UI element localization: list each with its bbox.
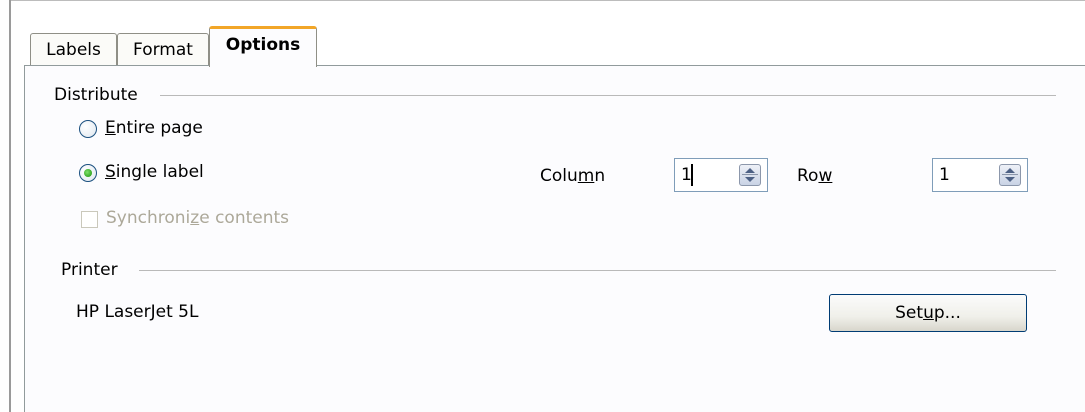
distribute-heading: Distribute <box>54 85 138 105</box>
synchronize-mnemonic: z <box>190 208 200 228</box>
synchronize-label-pre: Synchroni <box>106 208 191 228</box>
spin-up-arrow-icon[interactable] <box>1005 168 1015 173</box>
column-label-pre: Colu <box>540 166 578 186</box>
setup-button-post: p... <box>933 303 961 323</box>
printer-separator <box>139 270 1056 271</box>
row-label: Row <box>797 166 832 186</box>
tab-options[interactable]: Options <box>209 26 317 67</box>
entire-page-radio[interactable] <box>79 120 97 138</box>
column-mnemonic: m <box>577 166 595 186</box>
single-label-radio[interactable] <box>79 164 97 182</box>
dialog-top-border <box>9 0 1085 1</box>
column-label: Column <box>540 166 605 186</box>
tab-format-text: Format <box>133 39 193 60</box>
entire-page-label-rest: ntire page <box>115 118 203 138</box>
setup-mnemonic: u <box>923 303 934 323</box>
row-spinner[interactable]: 1 <box>932 158 1028 192</box>
single-label-label[interactable]: Single label <box>105 162 204 182</box>
printer-heading: Printer <box>61 260 118 280</box>
spin-down-arrow-icon[interactable] <box>1005 177 1015 182</box>
tab-options-text: Options <box>225 35 301 55</box>
row-value[interactable]: 1 <box>939 165 950 185</box>
setup-button-pre: Set <box>895 303 924 323</box>
tab-labels[interactable]: Labels <box>30 33 117 65</box>
synchronize-checkbox[interactable] <box>81 211 98 228</box>
column-spinner[interactable]: 1 <box>674 158 768 192</box>
row-spin-buttons[interactable] <box>999 164 1021 186</box>
distribute-separator <box>160 95 1056 96</box>
column-label-post: n <box>594 166 606 186</box>
entire-page-label[interactable]: Entire page <box>105 118 203 138</box>
row-mnemonic: w <box>818 166 833 186</box>
synchronize-label: Synchronize contents <box>106 208 289 228</box>
spin-divider <box>1002 174 1018 175</box>
spin-down-arrow-icon[interactable] <box>745 177 755 182</box>
dialog-left-border <box>9 0 11 412</box>
tab-format[interactable]: Format <box>117 33 209 65</box>
tab-labels-text: Labels <box>46 39 101 60</box>
spin-divider <box>742 174 758 175</box>
text-caret <box>691 164 693 186</box>
radio-selected-dot <box>84 169 92 177</box>
column-spin-buttons[interactable] <box>739 164 761 186</box>
synchronize-label-post: e contents <box>199 208 290 228</box>
entire-page-mnemonic: E <box>105 118 116 138</box>
single-label-mnemonic: S <box>105 162 116 182</box>
setup-button[interactable]: Set u p... <box>829 294 1027 332</box>
printer-name: HP LaserJet 5L <box>76 302 199 322</box>
spin-up-arrow-icon[interactable] <box>745 168 755 173</box>
row-label-pre: Ro <box>797 166 819 186</box>
single-label-label-rest: ingle label <box>115 162 204 182</box>
